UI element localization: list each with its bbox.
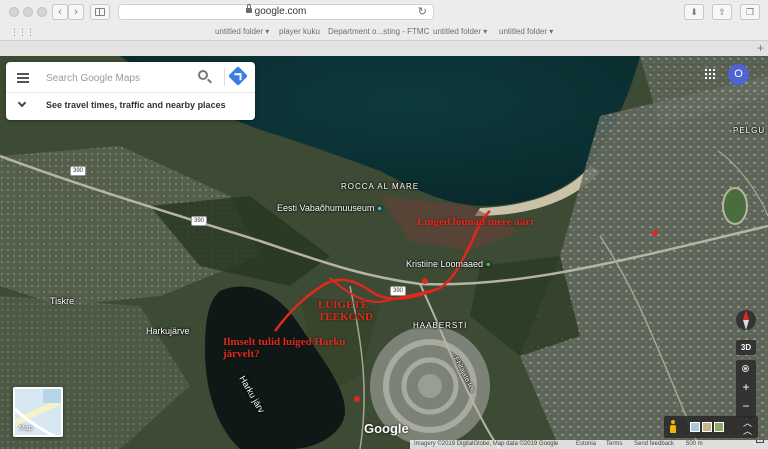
avatar[interactable]: O [728, 64, 749, 85]
compass-icon[interactable] [735, 306, 757, 334]
bookmark-item[interactable]: Department o...sting - FTMC [328, 27, 429, 36]
tab-overview-button[interactable]: ❐ [740, 4, 760, 20]
bookmark-folder[interactable]: untitled folder ▾ [215, 27, 269, 36]
forward-button[interactable]: › [68, 4, 84, 20]
feedback-link[interactable]: Send feedback [634, 440, 674, 449]
layer-thumbnail[interactable] [690, 422, 700, 432]
sidebar-toggle-button[interactable] [90, 4, 110, 20]
place-label-zoo[interactable]: Kristiine Loomaaed ● [406, 259, 491, 269]
terms-link[interactable]: Terms [606, 440, 622, 449]
bookmark-folder[interactable]: untitled folder ▾ [499, 27, 553, 36]
bookmarks-bar: ⋮⋮⋮ untitled folder ▾ player kuku Depart… [0, 24, 768, 40]
museum-pin-icon: ● [376, 203, 383, 213]
place-label[interactable]: Tiskre [50, 296, 74, 306]
title-bar: ‹ › google.com ↻ ⬇ ⇧ ❐ [0, 0, 768, 24]
road-number-badge: 390 [191, 216, 208, 226]
zoom-controls: + − [736, 360, 756, 418]
pegman-icon[interactable] [670, 420, 676, 433]
place-label-museum[interactable]: Eesti Vabaõhumuuseum ● [277, 203, 382, 213]
travel-times-prompt[interactable]: See travel times, traffic and nearby pla… [46, 100, 226, 110]
country-label: Estonia [576, 441, 597, 447]
scale-bar [756, 440, 764, 443]
sidebar-icon [95, 8, 105, 16]
share-button[interactable]: ⇧ [712, 4, 732, 20]
divider [6, 92, 255, 93]
map-type-toggle[interactable]: Map [13, 387, 63, 437]
apps-grid-icon[interactable] [705, 69, 715, 79]
search-panel: See travel times, traffic and nearby pla… [6, 62, 255, 120]
my-location-button[interactable] [736, 360, 756, 376]
minimize-window-button[interactable] [23, 7, 33, 17]
layer-thumbnail[interactable] [702, 422, 712, 432]
address-bar[interactable]: google.com ↻ [118, 4, 434, 20]
lake-annotation: Ilmselt tulid luiged Harku järvelt? [223, 336, 346, 360]
favorites-grid-icon[interactable]: ⋮⋮⋮ [10, 27, 35, 38]
imagery-tray: ︿ ︿ [664, 416, 758, 438]
tilt-3d-button[interactable]: 3D [736, 340, 756, 355]
swan-annotation: Luiged lõunad mere äärt [417, 216, 534, 228]
menu-icon[interactable] [17, 73, 29, 83]
district-label[interactable]: HAABERSTI [413, 321, 467, 330]
reload-icon[interactable]: ↻ [418, 5, 427, 19]
search-icon[interactable] [198, 70, 208, 80]
district-label[interactable]: ROCCA AL MARE [341, 182, 419, 191]
road-number-badge: 390 [390, 286, 407, 296]
url-text: google.com [254, 6, 307, 17]
map-footer: Imagery ©2019 DigitalGlobe, Map data ©20… [410, 440, 768, 449]
zoom-window-button[interactable] [37, 7, 47, 17]
google-logo: Google [364, 421, 409, 436]
search-input[interactable] [46, 68, 196, 88]
layer-thumbnail[interactable] [714, 422, 724, 432]
bookmark-folder[interactable]: untitled folder ▾ [433, 27, 487, 36]
browser-chrome: ‹ › google.com ↻ ⬇ ⇧ ❐ ⋮⋮⋮ untitled fold… [0, 0, 768, 56]
district-label[interactable]: PELGU [733, 126, 765, 135]
directions-icon[interactable] [228, 66, 248, 86]
map-type-label: Map [19, 425, 33, 432]
tab-strip: + [0, 40, 768, 56]
imagery-credit: Imagery ©2019 DigitalGlobe, Map data ©20… [414, 441, 559, 447]
zoom-in-button[interactable]: + [736, 379, 756, 395]
place-label[interactable]: Harkujärve [146, 326, 190, 336]
scale-label[interactable]: 500 m [686, 440, 703, 449]
location-icon [742, 365, 749, 372]
expand-icon[interactable]: ︿ ︿ [743, 419, 752, 436]
divider [224, 68, 225, 86]
close-window-button[interactable] [9, 7, 19, 17]
bookmark-item[interactable]: player kuku [279, 27, 320, 36]
park-pin-icon: ● [485, 259, 491, 269]
new-tab-button[interactable]: + [757, 42, 764, 54]
swan-route-annotation: LUIGETE TEEKOND [318, 299, 374, 323]
back-button[interactable]: ‹ [52, 4, 68, 20]
chevron-down-icon[interactable] [17, 98, 27, 108]
downloads-button[interactable]: ⬇ [684, 4, 704, 20]
road-number-badge: 390 [70, 166, 87, 176]
zoom-out-button[interactable]: − [736, 398, 756, 414]
lock-icon [245, 4, 252, 13]
